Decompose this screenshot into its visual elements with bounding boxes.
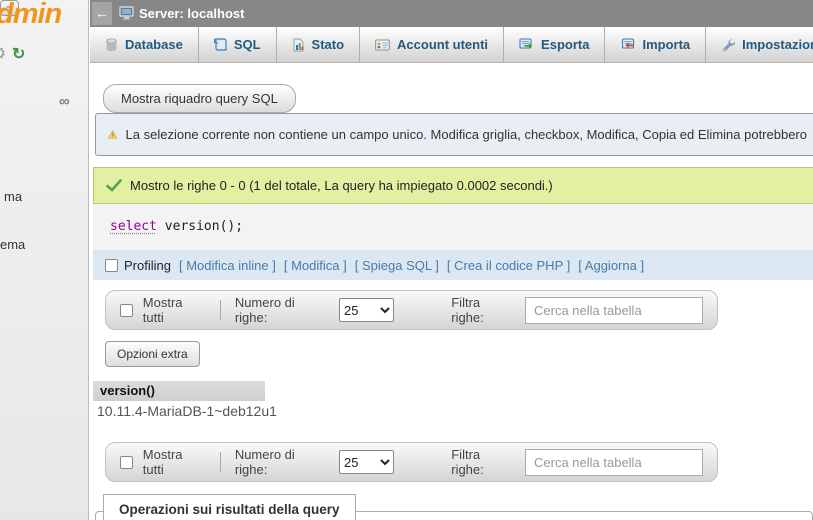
rows-label: Numero di righe: [235, 447, 329, 477]
wrench-icon [721, 38, 735, 52]
user-card-icon [375, 39, 390, 51]
filter-rows-input[interactable] [525, 449, 703, 476]
query-actions-row: Profiling [ Modifica inline ] [ Modifica… [93, 250, 813, 280]
gear-icon[interactable]: ⚙ [0, 44, 6, 64]
navigation-sidebar: dmin ⚙ ↻ − ∞ ma ema [0, 0, 89, 520]
executed-sql-query: select version(); [93, 204, 813, 250]
export-icon [519, 38, 534, 51]
tab-status[interactable]: Stato [277, 27, 361, 62]
link-edit-inline[interactable]: Modifica inline [186, 258, 268, 273]
tab-user-accounts[interactable]: Account utenti [360, 27, 504, 62]
sidebar-item-schema[interactable]: ma [4, 189, 22, 204]
tab-import[interactable]: Importa [605, 27, 706, 62]
show-all-checkbox[interactable] [120, 304, 133, 317]
server-icon [119, 6, 135, 20]
status-chart-icon [292, 38, 305, 52]
link-icon[interactable]: ∞ [59, 93, 70, 110]
show-all-checkbox[interactable] [120, 456, 133, 469]
sql-keyword[interactable]: select [110, 219, 157, 234]
profiling-checkbox[interactable] [105, 259, 118, 272]
sql-icon [214, 37, 227, 52]
phpmyadmin-logo[interactable]: dmin [0, 0, 61, 31]
tab-settings[interactable]: Impostazioni [706, 27, 813, 62]
filter-label: Filtra righe: [451, 447, 515, 477]
link-edit[interactable]: Modifica [291, 258, 339, 273]
divider [220, 300, 221, 320]
success-check-icon [106, 179, 122, 192]
show-all-label: Mostra tutti [143, 295, 206, 325]
server-breadcrumb-bar: ← Server: localhost [90, 0, 813, 27]
success-text: Mostro le righe 0 - 0 (1 del totale, La … [130, 178, 553, 193]
tab-export[interactable]: Esporta [504, 27, 605, 62]
filter-rows-input[interactable] [525, 297, 703, 324]
link-refresh[interactable]: Aggiorna [585, 258, 637, 273]
database-icon [105, 38, 118, 52]
main-tab-bar: Database SQL Stato [90, 27, 813, 63]
tab-database[interactable]: Database [90, 27, 199, 62]
success-message: Mostro le righe 0 - 0 (1 del totale, La … [93, 167, 813, 204]
profiling-label: Profiling [124, 258, 171, 273]
sql-rest: version(); [157, 219, 243, 234]
extra-options-button[interactable]: Opzioni extra [105, 341, 200, 367]
rows-label: Numero di righe: [235, 295, 329, 325]
result-cell-value: 10.11.4-MariaDB-1~deb12u1 [97, 403, 277, 419]
filter-label: Filtra righe: [451, 295, 515, 325]
show-all-label: Mostra tutti [143, 447, 206, 477]
back-arrow-button[interactable]: ← [92, 2, 112, 25]
rows-per-page-select[interactable]: 25 [339, 450, 394, 474]
import-icon [620, 38, 635, 51]
rows-per-page-select[interactable]: 25 [339, 298, 394, 322]
result-column-header[interactable]: version() [93, 381, 265, 401]
warning-text: La selezione corrente non contiene un ca… [126, 127, 807, 142]
results-controls-bottom: Mostra tutti Numero di righe: 25 Filtra … [105, 442, 718, 482]
breadcrumb: Server: localhost [139, 6, 245, 21]
sidebar-item-schema[interactable]: ema [0, 237, 25, 252]
tab-sql[interactable]: SQL [199, 27, 277, 62]
show-sql-query-panel-button[interactable]: Mostra riquadro query SQL [103, 84, 296, 113]
link-create-php-code[interactable]: Crea il codice PHP [454, 258, 563, 273]
link-explain-sql[interactable]: Spiega SQL [362, 258, 432, 273]
refresh-icon[interactable]: ↻ [12, 44, 25, 64]
phpmyadmin-page: dmin ⚙ ↻ − ∞ ma ema ← Server: localhost … [0, 0, 813, 520]
divider [220, 452, 221, 472]
results-controls-top: Mostra tutti Numero di righe: 25 Filtra … [105, 290, 718, 330]
warning-icon [108, 127, 118, 142]
warning-message: La selezione corrente non contiene un ca… [95, 113, 813, 156]
query-operations-legend: Operazioni sui risultati della query [103, 494, 356, 520]
